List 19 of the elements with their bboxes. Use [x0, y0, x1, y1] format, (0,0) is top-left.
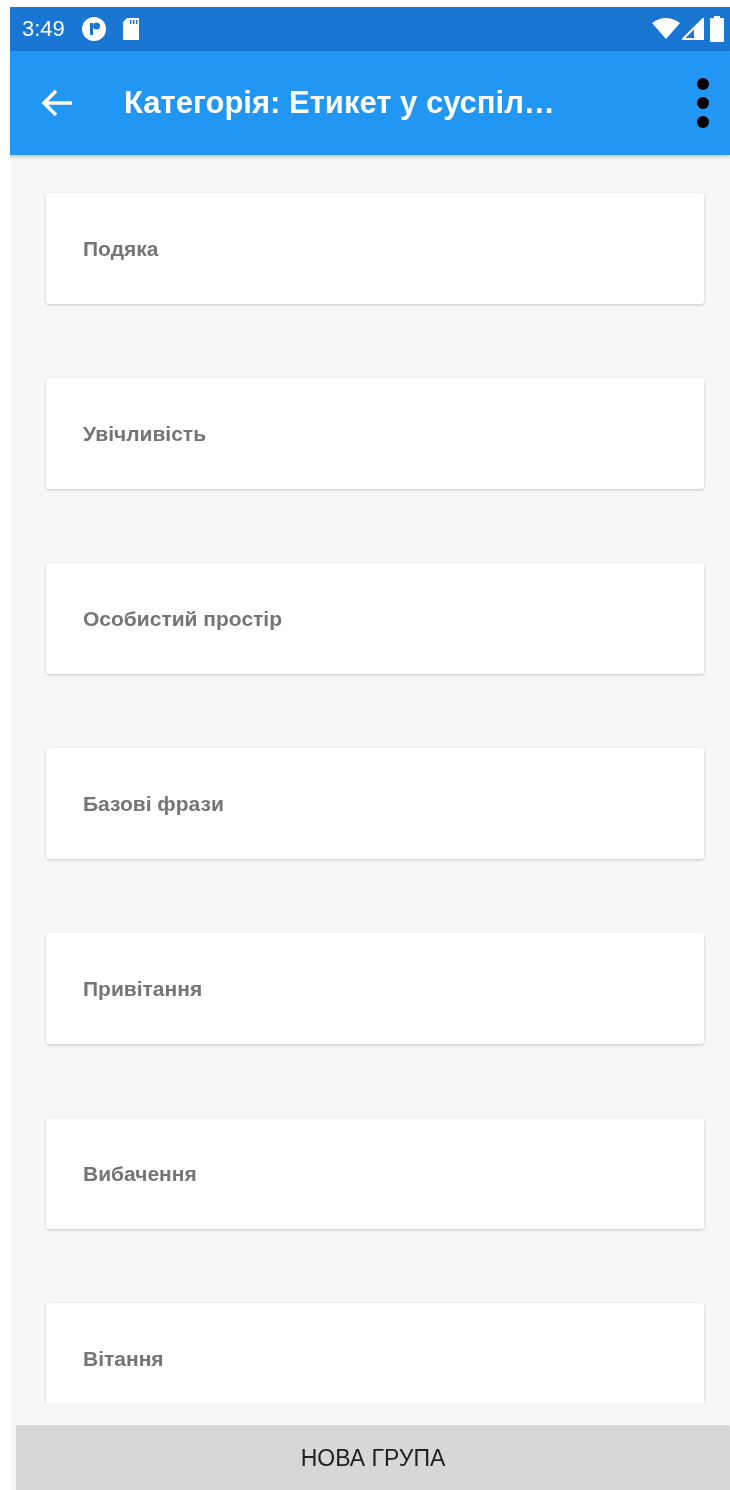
- group-card[interactable]: Базові фрази: [46, 748, 704, 859]
- group-card[interactable]: Особистий простір: [46, 563, 704, 674]
- battery-icon: [710, 16, 724, 42]
- group-card[interactable]: Вибачення: [46, 1118, 704, 1229]
- group-card[interactable]: Увічливість: [46, 378, 704, 489]
- group-card[interactable]: Привітання: [46, 933, 704, 1044]
- group-card[interactable]: Подяка: [46, 193, 704, 304]
- more-menu-button[interactable]: [696, 78, 710, 128]
- status-time: 3:49: [22, 16, 65, 42]
- wifi-icon: [652, 18, 680, 40]
- back-arrow-icon: [40, 88, 74, 118]
- new-group-button[interactable]: НОВА ГРУПА: [16, 1425, 730, 1490]
- screen-title: Категорія: Етикет у суспіл…: [124, 85, 556, 121]
- overflow-menu-icon: [696, 78, 710, 128]
- back-button[interactable]: [40, 88, 74, 118]
- notification-icon: [80, 16, 107, 42]
- sd-card-icon: [120, 17, 141, 41]
- signal-icon: [682, 18, 704, 40]
- group-card[interactable]: Вітання: [46, 1303, 704, 1403]
